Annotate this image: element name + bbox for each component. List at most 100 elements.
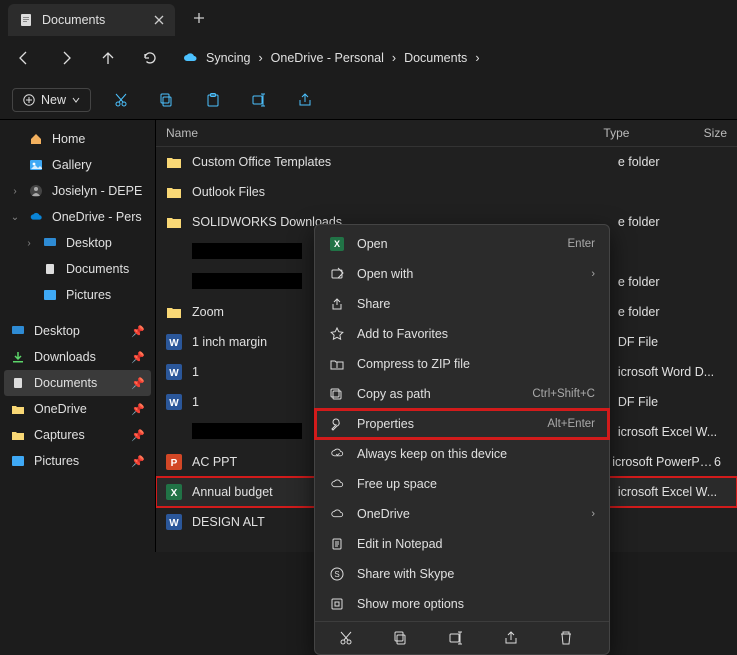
nav-onedrive-documents[interactable]: Documents	[4, 256, 151, 282]
tab-group: Documents	[8, 0, 213, 36]
navigation-pane: Home Gallery › Josielyn - DEPE ⌄ OneDriv…	[0, 120, 156, 552]
cloud-keep-icon	[329, 446, 345, 462]
paste-button[interactable]	[197, 84, 229, 116]
up-button[interactable]	[92, 42, 124, 74]
cloud-sync-icon	[182, 50, 198, 66]
nav-label: Pictures	[34, 454, 79, 468]
nav-label: Pictures	[66, 288, 111, 302]
folder-icon	[166, 154, 182, 170]
cm-free-space[interactable]: Free up space	[315, 469, 609, 499]
breadcrumb-sync[interactable]: Syncing	[206, 51, 250, 65]
nav-onedrive-pictures[interactable]: Pictures	[4, 282, 151, 308]
new-button-label: New	[41, 93, 66, 107]
pin-icon: 📌	[131, 325, 145, 338]
nav-josielyn[interactable]: › Josielyn - DEPE	[4, 178, 151, 204]
cloud-icon	[28, 209, 44, 225]
column-name[interactable]: Name	[166, 126, 603, 140]
svg-text:W: W	[169, 338, 179, 349]
new-tab-button[interactable]	[185, 4, 213, 32]
cm-favorite[interactable]: Add to Favorites	[315, 319, 609, 349]
nav-gallery[interactable]: Gallery	[4, 152, 151, 178]
cm-copy-path[interactable]: Copy as path Ctrl+Shift+C	[315, 379, 609, 409]
chevron-down-icon	[72, 96, 80, 104]
pin-icon: 📌	[131, 403, 145, 416]
cm-label: Free up space	[357, 477, 437, 491]
open-with-icon	[329, 266, 345, 282]
cm-onedrive[interactable]: OneDrive ›	[315, 499, 609, 529]
tab-title: Documents	[42, 13, 105, 27]
folder-icon	[10, 401, 26, 417]
column-type[interactable]: Type	[603, 126, 703, 140]
rename-button[interactable]	[243, 84, 275, 116]
cm-edit-notepad[interactable]: Edit in Notepad	[315, 529, 609, 559]
cm-always-keep[interactable]: Always keep on this device	[315, 439, 609, 469]
nav-home[interactable]: Home	[4, 126, 151, 152]
cm-label: Add to Favorites	[357, 327, 448, 341]
cm-delete-icon[interactable]	[558, 630, 586, 646]
file-row[interactable]: Custom Office Templatese folder	[156, 147, 737, 177]
copy-button[interactable]	[151, 84, 183, 116]
nav-label: Josielyn - DEPE	[52, 184, 142, 198]
nav-label: Desktop	[34, 324, 80, 338]
nav-label: OneDrive - Pers	[52, 210, 142, 224]
nav-quick-onedrive[interactable]: OneDrive 📌	[4, 396, 151, 422]
file-type: e folder	[618, 305, 721, 319]
cm-copy-icon[interactable]	[393, 630, 421, 646]
cm-properties[interactable]: Properties Alt+Enter	[315, 409, 609, 439]
file-type: e folder	[618, 275, 721, 289]
cm-open-with[interactable]: Open with ›	[315, 259, 609, 289]
nav-label: Downloads	[34, 350, 96, 364]
breadcrumb-onedrive[interactable]: OneDrive - Personal	[271, 51, 384, 65]
cm-share[interactable]: Share	[315, 289, 609, 319]
chevron-right-icon: ›	[591, 508, 595, 520]
cm-open[interactable]: X Open Enter	[315, 229, 609, 259]
file-row[interactable]: Outlook Files	[156, 177, 737, 207]
new-button[interactable]: New	[12, 88, 91, 112]
cm-share-icon[interactable]	[503, 630, 531, 646]
nav-quick-documents[interactable]: Documents 📌	[4, 370, 151, 396]
refresh-button[interactable]	[134, 42, 166, 74]
nav-label: OneDrive	[34, 402, 87, 416]
cm-share-skype[interactable]: S Share with Skype	[315, 559, 609, 589]
back-button[interactable]	[8, 42, 40, 74]
file-type: e folder	[618, 215, 721, 229]
documents-icon	[10, 375, 26, 391]
nav-quick-desktop[interactable]: Desktop 📌	[4, 318, 151, 344]
ppt-icon: P	[166, 454, 182, 470]
context-menu: X Open Enter Open with › Share Add to Fa…	[314, 224, 610, 655]
svg-text:X: X	[334, 239, 340, 249]
share-button[interactable]	[289, 84, 321, 116]
cm-compress[interactable]: Compress to ZIP file	[315, 349, 609, 379]
close-icon[interactable]	[153, 14, 165, 26]
nav-onedrive-personal[interactable]: ⌄ OneDrive - Pers	[4, 204, 151, 230]
cm-rename-icon[interactable]	[448, 630, 476, 646]
copy-path-icon	[329, 386, 345, 402]
folder-icon	[166, 214, 182, 230]
column-size[interactable]: Size	[704, 126, 727, 140]
column-headers: Name Type Size	[156, 120, 737, 147]
share-icon	[329, 296, 345, 312]
redact-icon	[166, 244, 182, 260]
nav-quick-captures[interactable]: Captures 📌	[4, 422, 151, 448]
star-icon	[329, 326, 345, 342]
nav-label: Captures	[34, 428, 85, 442]
cut-button[interactable]	[105, 84, 137, 116]
pin-icon: 📌	[131, 351, 145, 364]
file-type: icrosoft Excel W...	[618, 425, 721, 439]
tab-documents[interactable]: Documents	[8, 4, 175, 36]
nav-quick-pictures[interactable]: Pictures 📌	[4, 448, 151, 474]
nav-label: Documents	[66, 262, 129, 276]
nav-onedrive-desktop[interactable]: › Desktop	[4, 230, 151, 256]
excel-icon: X	[166, 484, 182, 500]
home-icon	[28, 131, 44, 147]
file-type: DF File	[618, 335, 721, 349]
nav-quick-downloads[interactable]: Downloads 📌	[4, 344, 151, 370]
breadcrumb-documents[interactable]: Documents	[404, 51, 467, 65]
folder-icon	[166, 304, 182, 320]
cm-cut-icon[interactable]	[338, 630, 366, 646]
forward-button[interactable]	[50, 42, 82, 74]
cm-show-more[interactable]: Show more options	[315, 589, 609, 619]
desktop-icon	[42, 235, 58, 251]
command-toolbar: New	[0, 80, 737, 120]
redact-icon	[166, 424, 182, 440]
